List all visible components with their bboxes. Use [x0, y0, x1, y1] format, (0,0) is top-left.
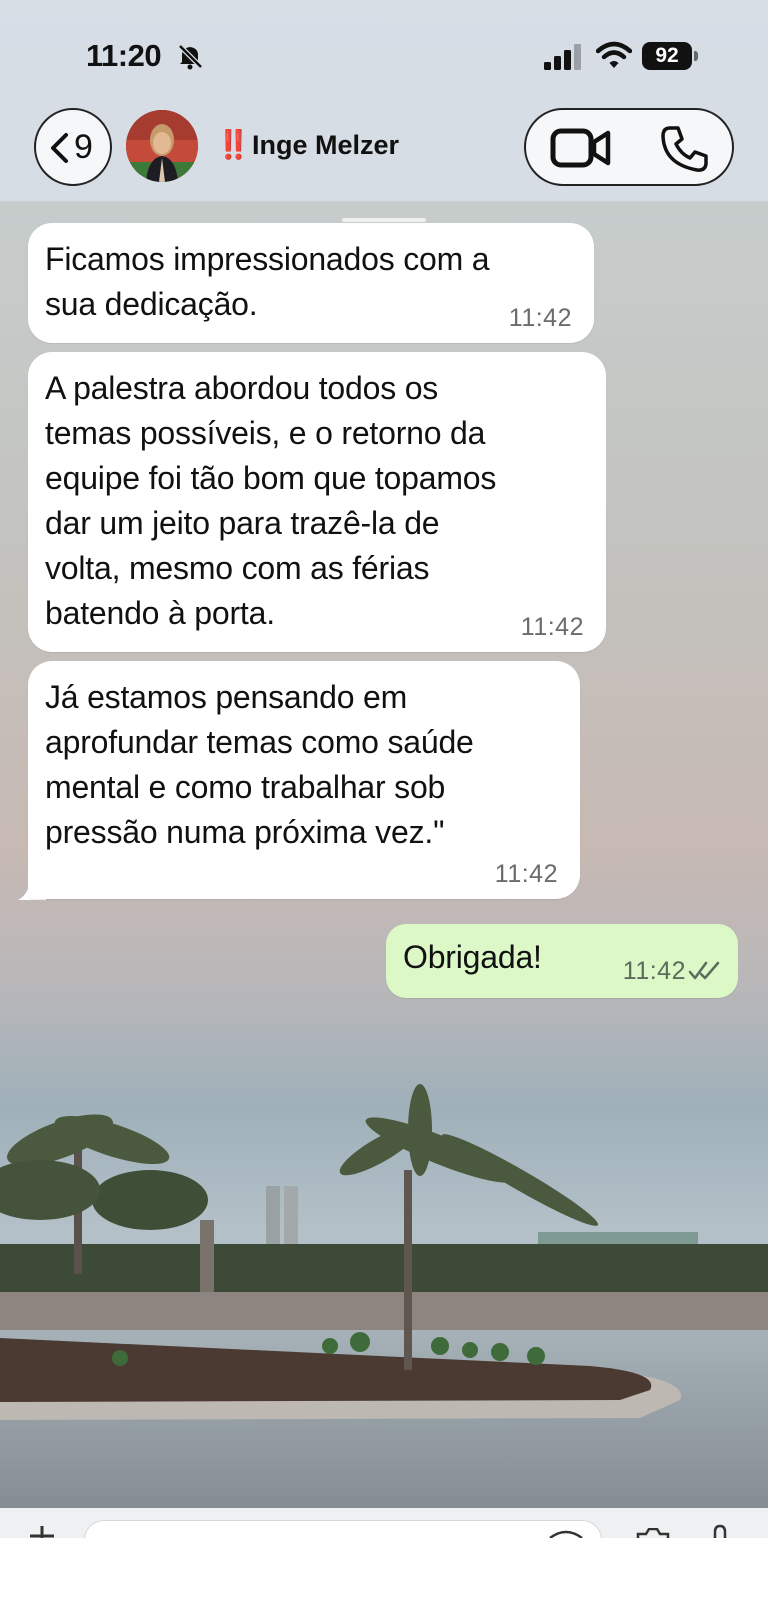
message-text: A palestra abordou todos os temas possív…: [45, 370, 497, 631]
avatar[interactable]: [126, 110, 198, 182]
scroll-indicator: [342, 218, 426, 222]
back-button[interactable]: 9: [34, 108, 112, 186]
message-text: Já estamos pensando em aprofundar temas …: [45, 679, 474, 850]
message-text: Obrigada!: [403, 939, 542, 975]
message-time: 11:42: [508, 304, 572, 332]
plus-icon[interactable]: [28, 1526, 56, 1538]
phone-call-icon[interactable]: [660, 124, 710, 174]
battery-icon: 92: [642, 42, 698, 70]
call-actions: [524, 108, 734, 186]
contact-name[interactable]: Inge Melzer: [252, 130, 399, 161]
mic-icon[interactable]: [710, 1524, 730, 1538]
sticker-icon[interactable]: [548, 1530, 584, 1538]
wifi-icon: [596, 41, 632, 68]
back-chevron-icon: [51, 133, 68, 163]
message-bubble-outgoing[interactable]: Obrigada! 11:42: [386, 924, 738, 998]
message-input[interactable]: [84, 1520, 602, 1538]
battery-level: 92: [655, 44, 679, 67]
video-call-icon[interactable]: [550, 128, 612, 168]
message-time: 11:42: [494, 860, 558, 888]
contact-alert-icon: ‼️: [216, 129, 251, 160]
unread-count: 9: [74, 128, 93, 166]
status-time: 11:20: [86, 38, 162, 73]
message-bubble-incoming[interactable]: Já estamos pensando em aprofundar temas …: [28, 661, 580, 899]
bell-slash-icon: [178, 44, 203, 70]
message-time: 11:42: [622, 957, 686, 985]
message-time: 11:42: [520, 613, 584, 641]
message-text: Ficamos impressionados com a sua dedicaç…: [45, 241, 490, 322]
message-bubble-incoming[interactable]: A palestra abordou todos os temas possív…: [28, 352, 606, 652]
signal-icon: [544, 44, 581, 70]
double-check-icon: [688, 961, 720, 980]
chat-screen: 11:20 92 9 ‼️ Inge Melzer Ficamos impres…: [0, 0, 768, 1538]
chat-header: 11:20 92 9 ‼️ Inge Melzer: [0, 0, 768, 202]
message-bubble-incoming[interactable]: Ficamos impressionados com a sua dedicaç…: [28, 223, 594, 343]
camera-icon[interactable]: [636, 1528, 670, 1538]
